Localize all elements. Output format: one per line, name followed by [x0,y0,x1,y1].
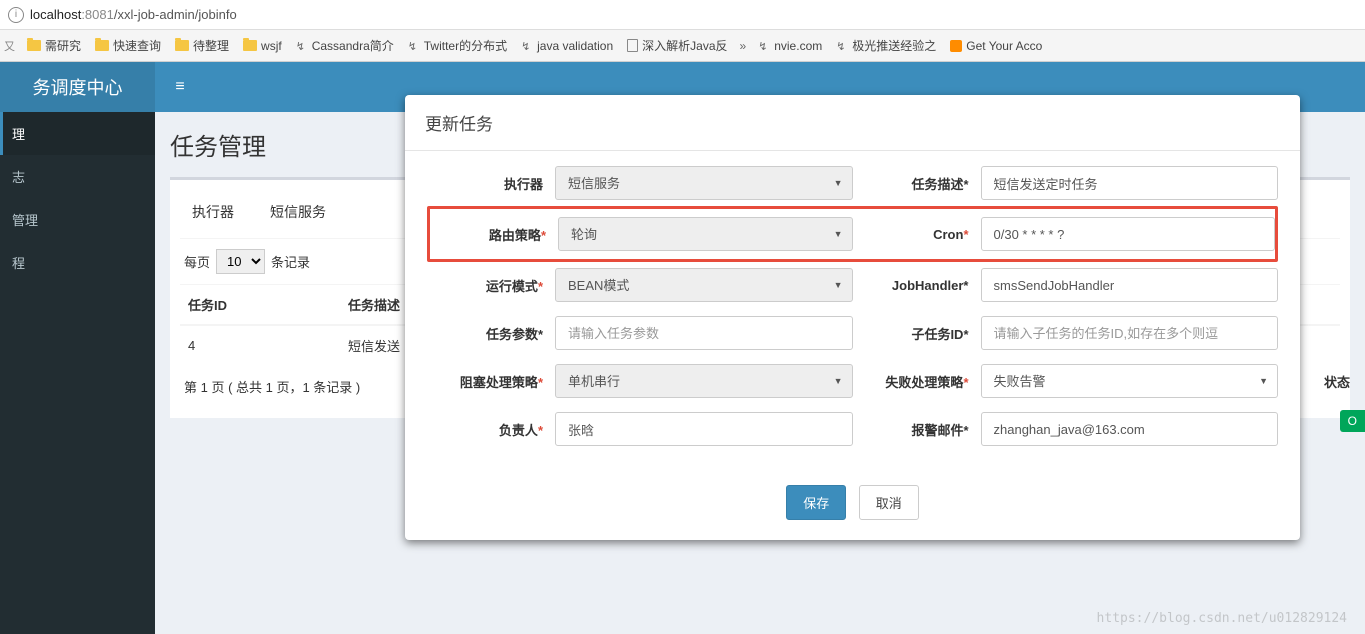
bookmark-label: 待整理 [193,37,229,54]
orange-icon [950,40,962,52]
owner-input[interactable] [555,412,853,446]
bookmark-item[interactable]: ↯ Cassandra简介 [290,33,400,58]
link-icon: ↯ [408,40,420,52]
link-icon: ↯ [296,40,308,52]
modal-body: 执行器 短信服务 任务描述* 路由策略* 轮询 Cron* 运行模式* BEAN… [405,151,1300,470]
bookmark-label: 深入解析Java反 [642,37,727,54]
mode-select[interactable]: BEAN模式 [555,268,853,302]
bookmark-item[interactable]: 深入解析Java反 [621,33,733,58]
cron-label: Cron* [853,227,981,242]
folder-icon [95,40,109,51]
url-bar: i localhost:8081/xxl-job-admin/jobinfo [0,0,1365,30]
bookmark-item[interactable]: ↯ 极光推送经验之 [830,33,942,58]
bookmark-label: nvie.com [774,39,822,53]
bookmark-item[interactable]: wsjf [237,35,288,57]
bookmark-label: 极光推送经验之 [852,37,936,54]
bookmark-label: 快速查询 [113,37,161,54]
block-select[interactable]: 单机串行 [555,364,853,398]
url-path: /xxl-job-admin/jobinfo [114,7,237,22]
link-icon: ↯ [758,40,770,52]
doc-icon [627,39,638,52]
bookmark-left-edge: 又 [4,38,15,54]
email-label: 报警邮件* [853,420,981,439]
modal-footer: 保存 取消 [405,470,1300,540]
bookmark-label: 需研究 [45,37,81,54]
child-input[interactable] [981,316,1279,350]
bookmark-item[interactable]: ↯ nvie.com [752,35,828,57]
bookmark-label: Get Your Acco [966,39,1042,53]
owner-label: 负责人* [427,420,555,439]
executor-select[interactable]: 短信服务 [555,166,853,200]
bookmark-label: Cassandra简介 [312,37,394,54]
mode-label: 运行模式* [427,276,555,295]
block-label: 阻塞处理策略* [427,372,555,391]
bookmark-item[interactable]: Get Your Acco [944,35,1048,57]
params-label: 任务参数* [427,324,555,343]
watermark: https://blog.csdn.net/u012829124 [1097,611,1347,626]
link-icon: ↯ [836,40,848,52]
handler-input[interactable] [981,268,1279,302]
desc-label: 任务描述* [853,174,981,193]
bookmark-label: wsjf [261,39,282,53]
info-icon: i [8,7,24,23]
executor-label: 执行器 [427,174,555,193]
cancel-button[interactable]: 取消 [859,485,919,520]
bookmark-item[interactable]: ↯ java validation [515,35,619,57]
bookmark-item[interactable]: 待整理 [169,33,235,58]
child-label: 子任务ID* [853,324,981,343]
cron-input[interactable] [981,217,1276,251]
bookmark-label: Twitter的分布式 [424,37,507,54]
fail-select[interactable]: 失败告警 [981,364,1279,398]
bookmark-label: java validation [537,39,613,53]
route-row-highlighted: 路由策略* 轮询 Cron* [427,206,1278,262]
url-port: :8081 [81,7,114,22]
bookmark-item[interactable]: 需研究 [21,33,87,58]
chevrons-icon: » [736,39,751,53]
email-input[interactable] [981,412,1279,446]
params-input[interactable] [555,316,853,350]
url-host: localhost [30,7,81,22]
bookmark-bar: 又 需研究 快速查询 待整理 wsjf ↯ Cassandra简介 ↯ Twitter的分布式… [0,30,1365,62]
folder-icon [27,40,41,51]
fail-label: 失败处理策略* [853,372,981,391]
handler-label: JobHandler* [853,278,981,293]
save-button[interactable]: 保存 [786,485,846,520]
route-label: 路由策略* [430,225,558,244]
folder-icon [175,40,189,51]
link-icon: ↯ [521,40,533,52]
route-select[interactable]: 轮询 [558,217,853,251]
update-task-modal: 更新任务 执行器 短信服务 任务描述* 路由策略* 轮询 Cron* [405,95,1300,540]
desc-input[interactable] [981,166,1279,200]
modal-title: 更新任务 [405,95,1300,151]
bookmark-item[interactable]: ↯ Twitter的分布式 [402,33,513,58]
folder-icon [243,40,257,51]
bookmark-item[interactable]: 快速查询 [89,33,167,58]
